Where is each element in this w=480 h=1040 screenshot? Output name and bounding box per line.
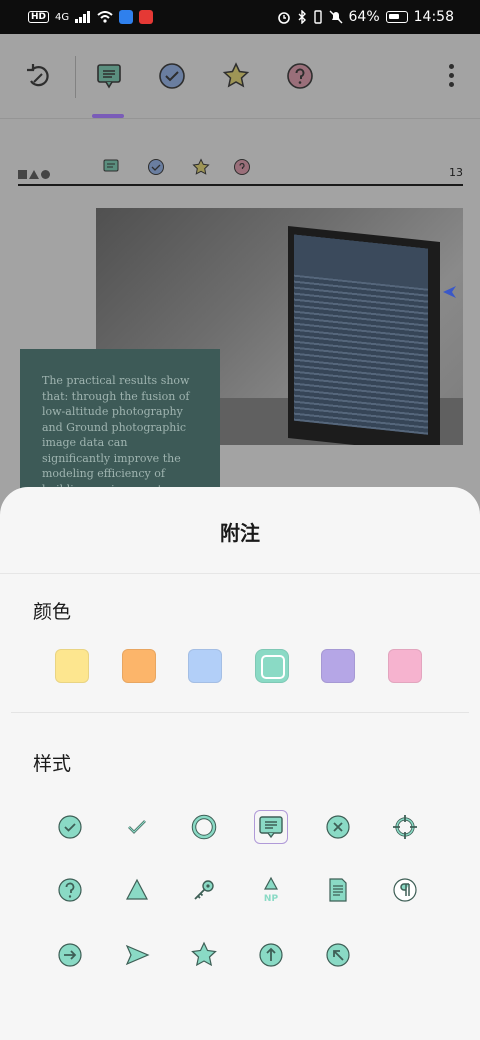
question-icon	[234, 159, 250, 175]
question-icon[interactable]	[286, 62, 314, 90]
vibrate-icon	[313, 10, 322, 24]
style-section-label: 样式	[33, 753, 72, 775]
wifi-icon	[97, 11, 113, 23]
signal-icon	[75, 11, 91, 23]
check-icon	[148, 159, 164, 175]
help-icon[interactable]	[53, 873, 87, 907]
color-swatch[interactable]	[55, 649, 89, 683]
color-section-label: 颜色	[33, 601, 72, 623]
color-swatch[interactable]	[321, 649, 355, 683]
network-type-badge: HD	[28, 11, 50, 23]
alarm-icon	[277, 12, 290, 24]
document-icon[interactable]	[321, 873, 355, 907]
star-icon[interactable]	[187, 938, 221, 972]
toolbar-divider	[75, 56, 76, 98]
star-icon	[192, 158, 210, 175]
shield-app-icon	[119, 10, 134, 24]
undo-icon[interactable]	[24, 62, 52, 90]
mute-icon	[329, 10, 343, 24]
note-icon	[103, 159, 119, 172]
title-divider	[0, 573, 480, 574]
annotation-toolbar	[0, 34, 480, 118]
checkmark-icon[interactable]	[120, 810, 154, 844]
color-swatch[interactable]	[122, 649, 156, 683]
page-number: 13	[449, 166, 463, 179]
note-icon[interactable]	[95, 62, 123, 90]
triangle-icon[interactable]	[120, 873, 154, 907]
annotation-arrow-icon[interactable]	[441, 284, 457, 300]
arrow-right-circle-icon[interactable]	[53, 938, 87, 972]
circle-icon[interactable]	[187, 810, 221, 844]
svg-text:NP: NP	[264, 894, 279, 904]
section-divider	[11, 712, 469, 713]
toolbar-border	[0, 118, 480, 119]
send-icon[interactable]	[120, 938, 154, 972]
arrow-up-circle-icon[interactable]	[254, 938, 288, 972]
clock: 14:58	[413, 9, 454, 25]
paragraph-icon[interactable]	[388, 873, 422, 907]
color-swatch[interactable]	[188, 649, 222, 683]
crosshair-icon[interactable]	[388, 810, 422, 844]
key-icon[interactable]	[187, 873, 221, 907]
new-paragraph-icon[interactable]: NP	[254, 873, 288, 907]
comment-icon[interactable]	[254, 810, 288, 844]
battery-percent: 64%	[348, 9, 380, 25]
sheet-title: 附注	[220, 521, 260, 545]
arrow-upleft-circle-icon[interactable]	[321, 938, 355, 972]
shape-legend	[18, 170, 50, 179]
red-app-icon	[139, 10, 154, 24]
cross-circle-icon[interactable]	[321, 810, 355, 844]
battery-icon	[385, 11, 408, 23]
bluetooth-icon	[298, 10, 306, 24]
signal-label: 4G	[55, 11, 70, 23]
status-bar: HD 4G 64% 14:58	[0, 0, 480, 34]
color-swatch[interactable]	[388, 649, 422, 683]
more-icon[interactable]	[444, 64, 458, 90]
check-circle-icon[interactable]	[53, 810, 87, 844]
annotation-sheet: 附注 颜色 样式 NP	[0, 487, 480, 1040]
header-rule	[18, 184, 463, 186]
star-icon[interactable]	[222, 62, 250, 90]
color-swatch[interactable]	[255, 649, 289, 683]
check-icon[interactable]	[158, 62, 186, 90]
